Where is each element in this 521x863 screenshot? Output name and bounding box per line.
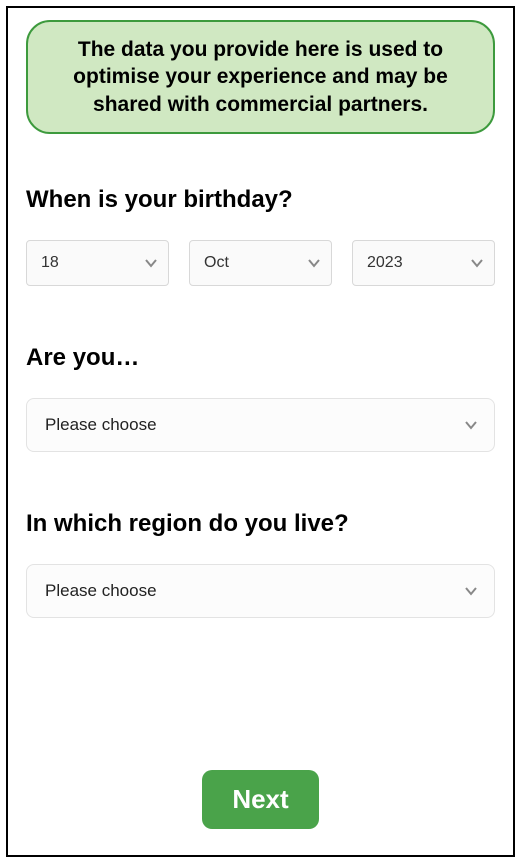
- gender-select[interactable]: Please choose: [26, 398, 495, 452]
- section-gender: Are you… Please choose: [26, 344, 495, 452]
- birthday-day-select[interactable]: 18: [26, 240, 169, 286]
- region-select[interactable]: Please choose: [26, 564, 495, 618]
- birthday-title: When is your birthday?: [26, 186, 495, 214]
- birthday-year-value: 2023: [367, 254, 403, 272]
- birthday-month-select[interactable]: Oct: [189, 240, 332, 286]
- chevron-down-icon: [464, 418, 478, 432]
- privacy-notice: The data you provide here is used to opt…: [26, 20, 495, 134]
- chevron-down-icon: [464, 584, 478, 598]
- gender-placeholder: Please choose: [45, 415, 157, 435]
- birthday-year-select[interactable]: 2023: [352, 240, 495, 286]
- chevron-down-icon: [144, 256, 158, 270]
- birthday-date-row: 18 Oct 2023: [26, 240, 495, 286]
- birthday-month-value: Oct: [204, 254, 229, 272]
- next-button[interactable]: Next: [202, 770, 318, 829]
- region-placeholder: Please choose: [45, 581, 157, 601]
- button-row: Next: [26, 770, 495, 837]
- form-card: The data you provide here is used to opt…: [6, 6, 515, 857]
- section-birthday: When is your birthday? 18 Oct 2023: [26, 186, 495, 286]
- chevron-down-icon: [307, 256, 321, 270]
- region-title: In which region do you live?: [26, 510, 495, 538]
- chevron-down-icon: [470, 256, 484, 270]
- section-region: In which region do you live? Please choo…: [26, 510, 495, 618]
- gender-title: Are you…: [26, 344, 495, 372]
- birthday-day-value: 18: [41, 254, 59, 272]
